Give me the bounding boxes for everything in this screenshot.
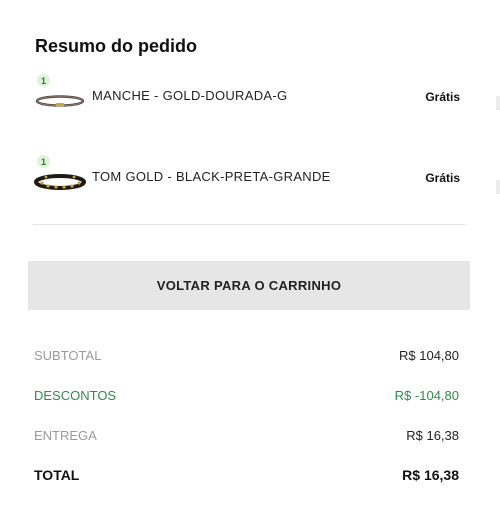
total-value: R$ 16,38 <box>402 467 459 483</box>
page-edge-mark <box>496 180 500 194</box>
quantity-badge: 1 <box>37 74 50 87</box>
total-row: TOTAL R$ 16,38 <box>34 467 459 485</box>
list-item: 1 MANCHE - GOLD-DOURADA-G Grátis <box>34 74 464 114</box>
back-to-cart-button[interactable]: VOLTAR PARA O CARRINHO <box>28 261 470 310</box>
subtotal-value: R$ 104,80 <box>399 348 459 363</box>
shipping-label: ENTREGA <box>34 428 97 443</box>
item-name: TOM GOLD - BLACK-PRETA-GRANDE <box>92 169 331 184</box>
item-name: MANCHE - GOLD-DOURADA-G <box>92 88 288 103</box>
divider <box>33 224 466 225</box>
shipping-row: ENTREGA R$ 16,38 <box>34 428 459 446</box>
page-edge-mark <box>496 96 500 110</box>
page-title: Resumo do pedido <box>35 36 197 56</box>
item-price: Grátis <box>425 90 460 104</box>
bracelet-thumbnail <box>35 95 85 107</box>
list-item: 1 TOM GOLD - BLACK-PRETA-GRANDE Grátis <box>34 155 464 195</box>
discounts-label: DESCONTOS <box>34 388 117 403</box>
bracelet-thumbnail <box>34 174 86 190</box>
discounts-row: DESCONTOS R$ -104,80 <box>34 388 459 406</box>
shipping-value: R$ 16,38 <box>406 428 459 443</box>
subtotal-label: SUBTOTAL <box>34 348 102 363</box>
quantity-badge: 1 <box>37 155 50 168</box>
subtotal-row: SUBTOTAL R$ 104,80 <box>34 348 459 366</box>
total-label: TOTAL <box>34 467 80 483</box>
discounts-value: R$ -104,80 <box>394 388 459 403</box>
item-price: Grátis <box>425 171 460 185</box>
